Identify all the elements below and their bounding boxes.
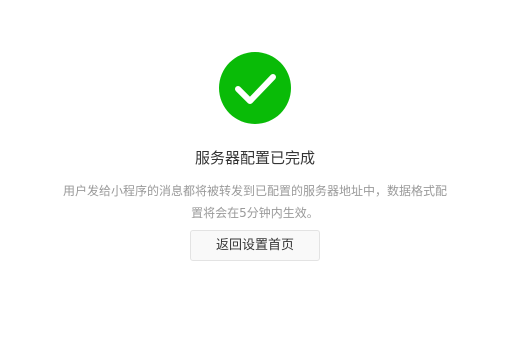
success-check-icon <box>219 52 291 124</box>
description-line: 置将会在5分钟内生效。 <box>191 206 319 220</box>
result-description: 用户发给小程序的消息都将被转发到已配置的服务器地址中，数据格式配 置将会在5分钟… <box>25 180 485 224</box>
back-to-settings-button[interactable]: 返回设置首页 <box>190 230 320 261</box>
result-page: 服务器配置已完成 用户发给小程序的消息都将被转发到已配置的服务器地址中，数据格式… <box>0 0 510 339</box>
checkmark-icon <box>235 74 276 104</box>
description-line: 用户发给小程序的消息都将被转发到已配置的服务器地址中，数据格式配 <box>62 184 447 198</box>
result-title: 服务器配置已完成 <box>194 149 315 167</box>
